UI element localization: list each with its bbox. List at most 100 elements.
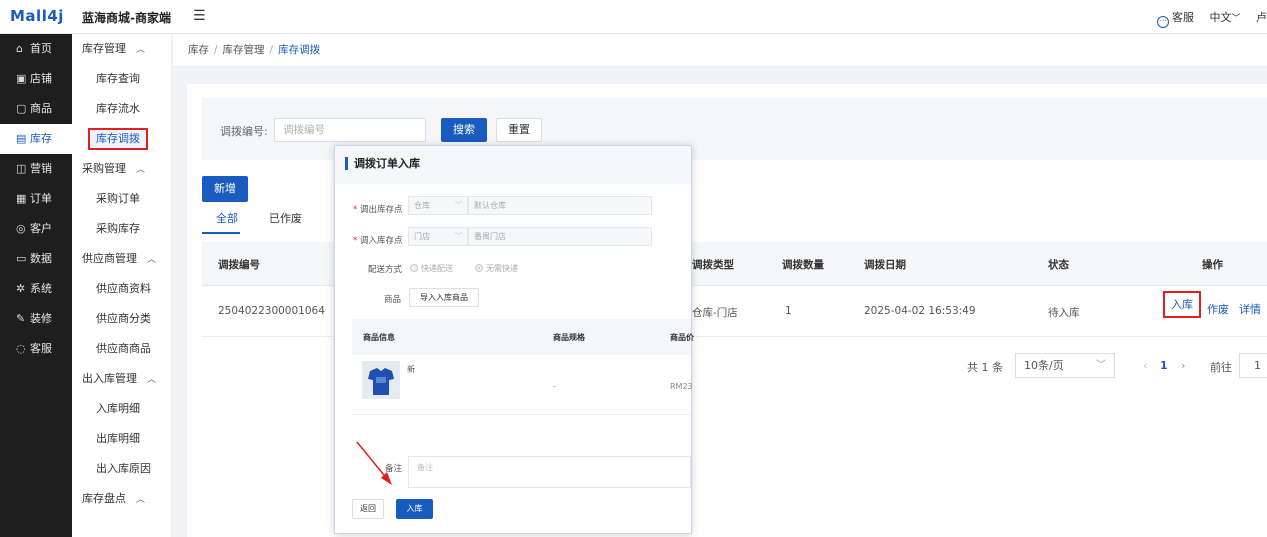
cell-date: 2025-04-02 16:53:49: [864, 305, 976, 317]
user-menu[interactable]: 卢: [1256, 11, 1267, 24]
tab-all[interactable]: 全部: [216, 210, 238, 226]
submenu-label: 库存流水: [96, 102, 140, 115]
nav-item-label: 首页: [30, 42, 52, 55]
nav-item-7[interactable]: ▭ 数据: [0, 244, 72, 274]
submenu-label: 供应商商品: [96, 342, 151, 355]
chat-bubble-icon: ···: [1156, 16, 1169, 28]
back-button[interactable]: 返回: [352, 499, 384, 519]
submenu-group[interactable]: 库存管理 ︿: [72, 34, 171, 64]
confirm-stock-in-button[interactable]: 入库: [396, 499, 433, 519]
radio-icon: [410, 264, 418, 272]
language-label: 中文: [1209, 11, 1232, 24]
submenu-item[interactable]: 采购库存: [72, 214, 171, 244]
submenu-item[interactable]: 出入库原因: [72, 454, 171, 484]
submenu-item[interactable]: 库存查询: [72, 64, 171, 94]
pagination-total: 共 1 条: [967, 361, 1003, 374]
nav-item-label: 客户: [30, 222, 52, 235]
breadcrumb-item[interactable]: 库存: [188, 44, 209, 56]
nav-item-2[interactable]: ▢ 商品: [0, 94, 72, 124]
next-page-icon[interactable]: ›: [1181, 359, 1185, 372]
nav-item-3[interactable]: ▤ 库存: [0, 124, 72, 154]
chevron-up-icon: ︿: [147, 375, 157, 385]
chevron-down-icon: ﹀: [1231, 14, 1241, 24]
nav-item-9[interactable]: ✎ 装修: [0, 304, 72, 334]
cell-code: 2504022300001064: [218, 305, 325, 317]
prev-page-icon[interactable]: ‹: [1143, 359, 1147, 372]
submenu-label: 库存查询: [96, 72, 140, 85]
top-bar: Mall4j 蓝海商城-商家端 ☰ ··· 客服 中文﹀ 卢: [0, 0, 1267, 34]
language-select[interactable]: 中文﹀: [1209, 11, 1240, 24]
tab-active-indicator: [202, 232, 240, 234]
col-product-price: 商品价: [670, 333, 694, 342]
delivery-express-radio[interactable]: 快递配送: [410, 263, 453, 274]
page-number[interactable]: 1: [1160, 359, 1168, 372]
submenu-item[interactable]: 供应商商品: [72, 334, 171, 364]
cell-type: 仓库-门店: [692, 307, 738, 319]
secondary-sidebar: 库存管理 ︿ 库存查询 库存流水 库存调拨 采购管理 ︿ 采购订单 采购库存 供应商管理 ︿ 供应商资…: [72, 34, 172, 537]
delivery-express-label: 快递配送: [421, 264, 453, 273]
chevron-up-icon: ︿: [136, 165, 146, 175]
in-store-select[interactable]: 番禺门店: [468, 227, 652, 246]
goods-icon: ▢: [16, 102, 27, 115]
submenu-item[interactable]: 库存流水: [72, 94, 171, 124]
chat-icon: ◌: [16, 342, 26, 355]
transfer-code-input[interactable]: 调拨编号: [274, 118, 426, 142]
submenu-item[interactable]: 供应商资料: [72, 274, 171, 304]
goto-label: 前往: [1210, 361, 1232, 374]
submenu-item[interactable]: 入库明细: [72, 394, 171, 424]
submenu-group[interactable]: 出入库管理 ︿: [72, 364, 171, 394]
delivery-none-radio[interactable]: 无需快递: [475, 263, 518, 274]
submenu-item[interactable]: 供应商分类: [72, 304, 171, 334]
nav-item-1[interactable]: ▣ 店铺: [0, 64, 72, 94]
submenu-label: 供应商分类: [96, 312, 151, 325]
submenu-label: 供应商资料: [96, 282, 151, 295]
submenu-group[interactable]: 库存盘点 ︿: [72, 484, 171, 514]
out-store-select[interactable]: 默认仓库: [468, 196, 652, 215]
submenu-item[interactable]: 出库明细: [72, 424, 171, 454]
void-link[interactable]: 作废: [1207, 301, 1229, 317]
add-button[interactable]: 新增: [202, 176, 248, 202]
out-store-label: * 调出库存点: [353, 205, 403, 215]
nav-item-label: 营销: [30, 162, 52, 175]
logo: Mall4j: [10, 7, 64, 25]
nav-item-6[interactable]: ◎ 客户: [0, 214, 72, 244]
page-size-select[interactable]: 10条/页 ﹀: [1015, 353, 1115, 378]
search-button[interactable]: 搜索: [441, 118, 487, 142]
submenu-label: 采购库存: [96, 222, 140, 235]
col-code: 调拨编号: [218, 259, 260, 271]
nav-item-4[interactable]: ◫ 营销: [0, 154, 72, 184]
stock-in-link[interactable]: 入库: [1163, 291, 1201, 318]
col-ops: 操作: [1202, 259, 1223, 271]
reset-button[interactable]: 重置: [496, 118, 542, 142]
import-goods-button[interactable]: 导入入库商品: [409, 288, 479, 307]
submenu-label: 库存管理: [82, 42, 126, 55]
nav-item-label: 库存: [30, 132, 52, 145]
out-type-select[interactable]: 仓库 ﹀: [408, 196, 468, 215]
customer-service-link[interactable]: ··· 客服: [1156, 11, 1194, 28]
dialog-title: 调拨订单入库: [345, 157, 420, 170]
nav-item-5[interactable]: ▦ 订单: [0, 184, 72, 214]
goto-input[interactable]: 1: [1239, 353, 1267, 378]
cell-qty: 1: [785, 305, 792, 317]
menu-toggle-icon[interactable]: ☰: [193, 8, 206, 24]
tab-voided[interactable]: 已作废: [269, 210, 302, 226]
top-right-tools: ··· 客服 中文﹀ 卢: [1145, 9, 1267, 28]
submenu-item[interactable]: 采购订单: [72, 184, 171, 214]
detail-link[interactable]: 详情: [1239, 301, 1261, 317]
submenu-group[interactable]: 采购管理 ︿: [72, 154, 171, 184]
col-qty: 调拨数量: [782, 259, 824, 271]
breadcrumb-separator: /: [269, 44, 274, 56]
nav-item-0[interactable]: ⌂ 首页: [0, 34, 72, 64]
product-spec: -: [553, 382, 556, 391]
submenu-group[interactable]: 供应商管理 ︿: [72, 244, 171, 274]
note-textarea[interactable]: 备注: [408, 456, 691, 488]
nav-item-10[interactable]: ◌ 客服: [0, 334, 72, 364]
nav-item-8[interactable]: ✲ 系统: [0, 274, 72, 304]
breadcrumb-item[interactable]: 库存管理: [223, 44, 265, 56]
page-size-value: 10条/页: [1024, 359, 1064, 372]
nav-item-label: 系统: [30, 282, 52, 295]
cell-status: 待入库: [1048, 307, 1080, 319]
nav-item-label: 店铺: [30, 72, 52, 85]
in-type-select[interactable]: 门店 ﹀: [408, 227, 468, 246]
submenu-item[interactable]: 库存调拨: [72, 124, 171, 154]
